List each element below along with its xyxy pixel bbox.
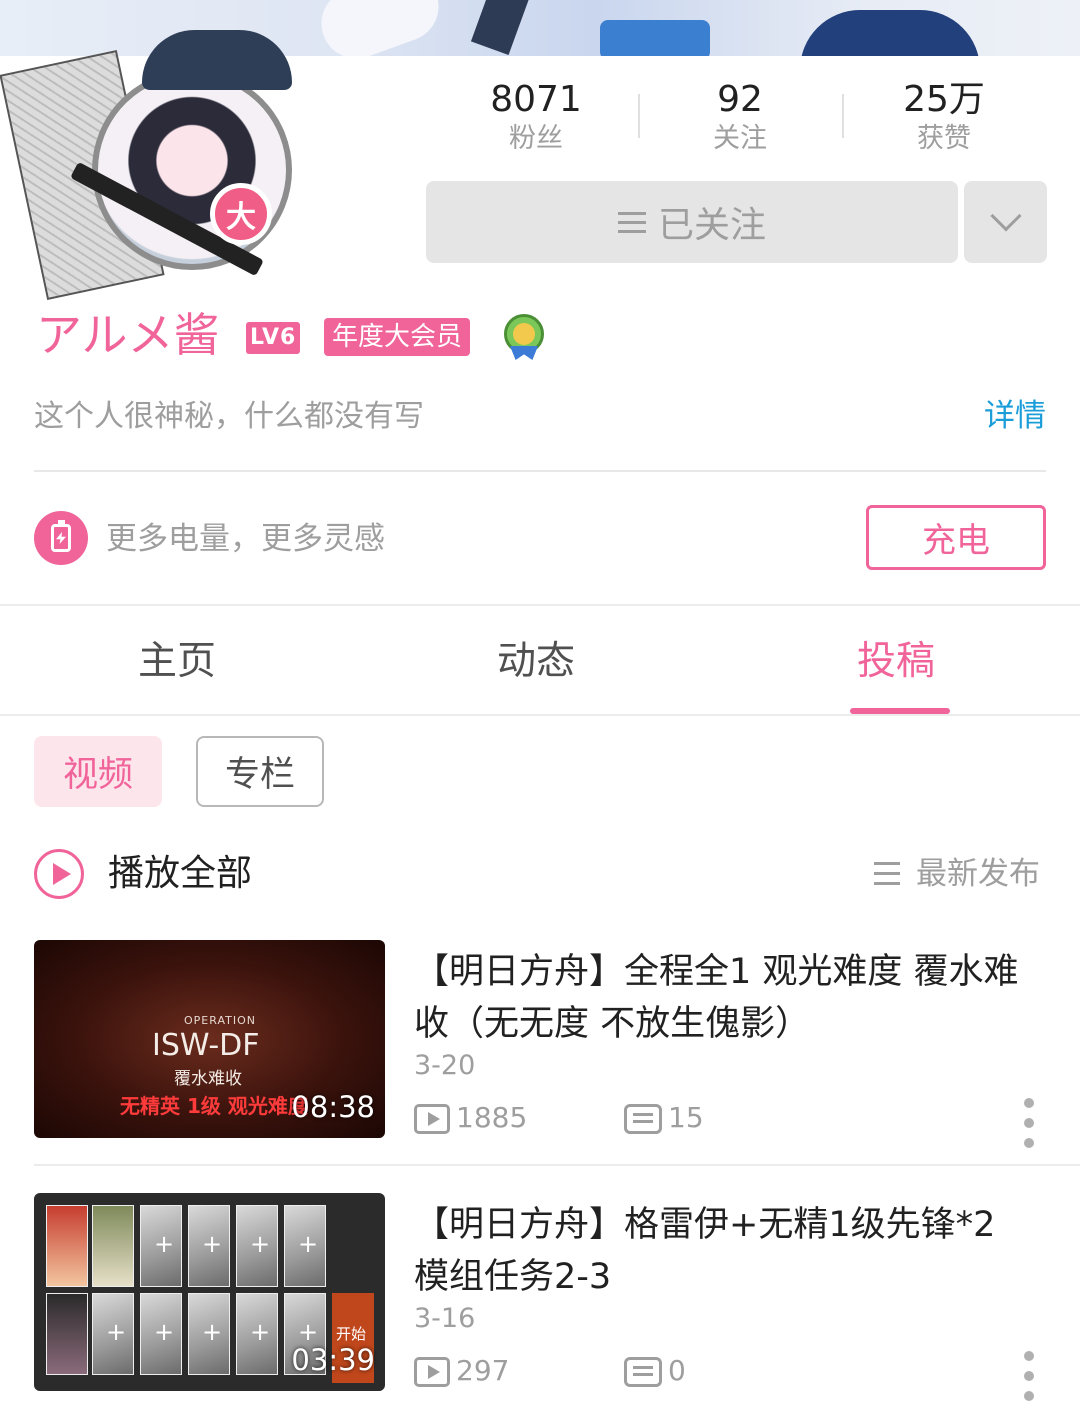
stat-label: 粉丝 — [509, 123, 563, 154]
video-duration: 03:39 — [291, 1343, 375, 1377]
thumbnail-text: 开始 — [336, 1325, 367, 1343]
banner-art — [600, 20, 710, 56]
sort-dropdown[interactable]: 最新发布 — [916, 854, 1040, 894]
play-circle-icon[interactable] — [34, 849, 84, 899]
thumbnail-operator-card — [92, 1205, 134, 1287]
charge-prompt: 更多电量，更多灵感 — [106, 521, 385, 557]
battery-icon — [34, 511, 88, 565]
level-badge: LV6 — [246, 322, 301, 354]
comment-count-icon — [624, 1357, 662, 1387]
divider — [0, 714, 1080, 716]
stats-bar: 8071 粉丝 92 关注 25万 获赞 — [434, 78, 1046, 162]
divider — [34, 470, 1046, 472]
play-all-button[interactable]: 播放全部 — [108, 852, 252, 896]
charge-button[interactable]: 充电 — [866, 505, 1046, 570]
banner-art — [800, 10, 980, 56]
stat-label: 关注 — [713, 123, 767, 154]
comment-count: 15 — [668, 1101, 704, 1134]
video-title[interactable]: 【明日方舟】格雷伊+无精1级先锋*2 模组任务2-3 — [414, 1199, 1034, 1303]
thumbnail-text: 无精英 1级 观光难度 — [120, 1094, 308, 1118]
play-count-icon — [414, 1104, 450, 1134]
vip-badge: 大 — [210, 183, 272, 245]
active-tab-indicator — [850, 708, 950, 714]
video-date: 3-16 — [414, 1303, 476, 1334]
thumbnail-operator-card — [46, 1293, 88, 1375]
stat-fans[interactable]: 8071 粉丝 — [434, 78, 638, 162]
stat-divider — [842, 94, 844, 138]
thumbnail-empty-slot — [92, 1293, 134, 1375]
thumbnail-empty-slot — [236, 1205, 278, 1287]
video-thumbnail[interactable]: 开始 03:39 — [34, 1193, 385, 1391]
stat-value: 8071 — [490, 79, 582, 120]
menu-icon — [617, 211, 646, 233]
stat-following[interactable]: 92 关注 — [638, 78, 842, 162]
thumbnail-empty-slot — [188, 1293, 230, 1375]
video-duration: 08:38 — [291, 1090, 375, 1124]
medal-icon[interactable] — [500, 314, 548, 360]
stat-label: 获赞 — [917, 123, 971, 154]
thumbnail-empty-slot — [140, 1293, 182, 1375]
vip-tag[interactable]: 年度大会员 — [324, 318, 471, 356]
stat-likes[interactable]: 25万 获赞 — [842, 78, 1046, 162]
detail-link[interactable]: 详情 — [984, 396, 1046, 436]
tab-home[interactable]: 主页 — [138, 638, 216, 686]
video-title[interactable]: 【明日方舟】全程全1 观光难度 覆水难收（无无度 不放生傀影） — [414, 946, 1034, 1050]
comment-count-icon — [624, 1104, 662, 1134]
stat-value: 25万 — [903, 79, 985, 120]
chevron-down-icon — [989, 200, 1022, 232]
comment-count: 0 — [668, 1354, 686, 1387]
banner-art — [311, 0, 449, 56]
stat-divider — [638, 94, 640, 138]
video-date: 3-20 — [414, 1050, 476, 1081]
divider — [34, 1164, 1080, 1166]
stat-value: 92 — [717, 79, 763, 120]
thumbnail-text: ISW-DF — [152, 1028, 260, 1063]
more-vertical-icon[interactable] — [1022, 1351, 1036, 1401]
avatar-pendant-hat — [142, 30, 292, 90]
sort-icon[interactable] — [874, 862, 900, 885]
user-bio: 这个人很神秘，什么都没有写 — [34, 399, 424, 434]
more-vertical-icon[interactable] — [1022, 1098, 1036, 1148]
play-count: 297 — [456, 1354, 510, 1387]
banner-art — [470, 0, 530, 56]
thumbnail-empty-slot — [284, 1205, 326, 1287]
thumbnail-empty-slot — [140, 1205, 182, 1287]
video-item[interactable]: OPERATION ISW-DF 覆水难收 无精英 1级 观光难度 08:38 … — [0, 940, 1080, 1170]
thumbnail-text: OPERATION — [184, 1014, 256, 1027]
thumbnail-operator-card — [46, 1205, 88, 1287]
avatar-container[interactable]: 大 — [0, 20, 292, 300]
thumbnail-text: 覆水难收 — [174, 1069, 242, 1089]
profile-tabs: 主页 动态 投稿 — [0, 606, 1080, 716]
followed-button-label: 已关注 — [657, 205, 766, 246]
video-item[interactable]: 开始 03:39 【明日方舟】格雷伊+无精1级先锋*2 模组任务2-3 3-16… — [0, 1193, 1080, 1410]
followed-button[interactable]: 已关注 — [426, 181, 958, 263]
tab-uploads[interactable]: 投稿 — [857, 638, 935, 686]
more-options-button[interactable] — [964, 181, 1047, 263]
video-thumbnail[interactable]: OPERATION ISW-DF 覆水难收 无精英 1级 观光难度 08:38 — [34, 940, 385, 1138]
username: アルメ酱 — [36, 308, 220, 362]
play-count-icon — [414, 1357, 450, 1387]
thumbnail-empty-slot — [236, 1293, 278, 1375]
play-count: 1885 — [456, 1101, 528, 1134]
thumbnail-empty-slot — [188, 1205, 230, 1287]
tab-dynamics[interactable]: 动态 — [497, 638, 575, 686]
subtab-column[interactable]: 专栏 — [196, 736, 324, 807]
subtab-video[interactable]: 视频 — [34, 736, 162, 807]
